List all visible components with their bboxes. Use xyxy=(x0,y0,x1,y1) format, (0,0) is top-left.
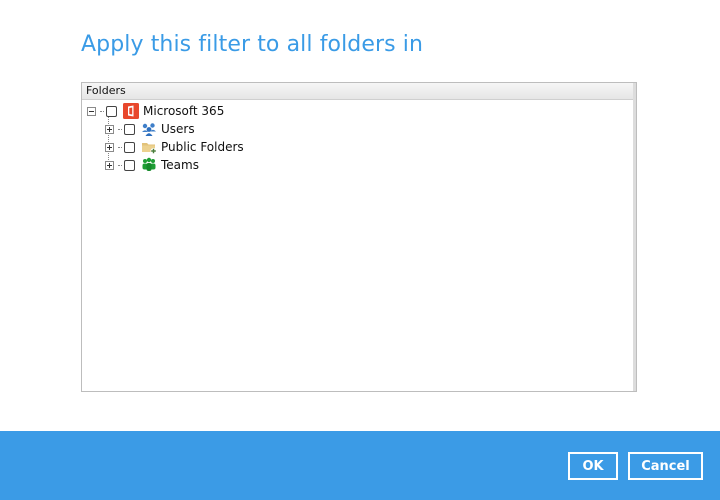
tree-node-public-folders[interactable]: Public Folders xyxy=(105,138,244,156)
public-folders-icon xyxy=(141,139,157,155)
tree-node-label: Microsoft 365 xyxy=(143,104,225,118)
root-checkbox[interactable] xyxy=(106,105,117,117)
tree-branch-line xyxy=(118,128,122,130)
users-checkbox[interactable] xyxy=(124,123,135,135)
folders-header-label: Folders xyxy=(86,84,126,97)
users-icon xyxy=(141,121,157,137)
expand-toggle-icon[interactable] xyxy=(105,124,114,134)
office365-icon xyxy=(123,103,139,119)
folders-tree-panel: Folders Microsoft 365 Users Public Folde… xyxy=(81,82,637,392)
tree-node-root[interactable]: Microsoft 365 xyxy=(87,102,224,120)
tree-node-label: Teams xyxy=(161,158,199,172)
teams-checkbox[interactable] xyxy=(124,159,135,171)
ok-button[interactable]: OK xyxy=(568,452,618,480)
tree-branch-line xyxy=(100,110,104,112)
tree-node-teams[interactable]: Teams xyxy=(105,156,199,174)
tree-branch-line xyxy=(118,164,122,166)
dialog-title: Apply this filter to all folders in xyxy=(81,32,424,57)
collapse-toggle-icon[interactable] xyxy=(87,106,96,116)
expand-toggle-icon[interactable] xyxy=(105,160,114,170)
tree-node-label: Users xyxy=(161,122,195,136)
teams-icon xyxy=(141,157,157,173)
public-folders-checkbox[interactable] xyxy=(124,141,135,153)
expand-toggle-icon[interactable] xyxy=(105,142,114,152)
dialog-footer: OK Cancel xyxy=(0,431,720,500)
tree-node-label: Public Folders xyxy=(161,140,244,154)
tree-node-users[interactable]: Users xyxy=(105,120,195,138)
cancel-button[interactable]: Cancel xyxy=(628,452,703,480)
folders-column-header: Folders xyxy=(82,83,636,100)
folder-tree: Microsoft 365 Users Public Folders Teams xyxy=(82,101,636,391)
tree-branch-line xyxy=(118,146,122,148)
